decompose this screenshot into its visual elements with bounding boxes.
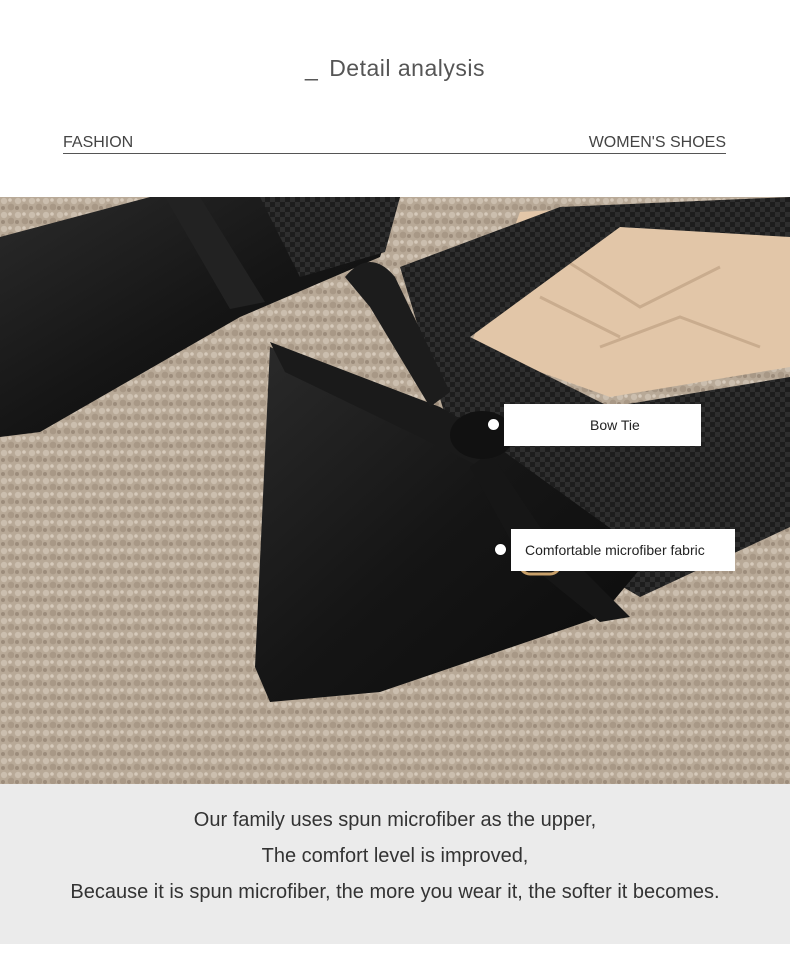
callout-bow-tie-dot	[488, 419, 499, 430]
shoe-illustration	[0, 197, 790, 784]
tagline-bar: FASHION WOMEN'S SHOES	[63, 132, 726, 154]
callout-microfiber-label: Comfortable microfiber fabric	[525, 542, 705, 558]
callout-bow-tie: Bow Tie	[504, 404, 701, 446]
title-text: Detail analysis	[329, 55, 485, 81]
page-title: _ Detail analysis	[0, 55, 790, 82]
product-photo: Bow Tie Comfortable microfiber fabric	[0, 197, 790, 784]
callout-microfiber-dot	[495, 544, 506, 555]
callout-microfiber: Comfortable microfiber fabric	[511, 529, 735, 571]
caption-line-3: Because it is spun microfiber, the more …	[70, 881, 720, 903]
caption-line-1: Our family uses spun microfiber as the u…	[193, 809, 597, 831]
callout-bow-tie-label: Bow Tie	[590, 417, 640, 433]
tag-womens-shoes: WOMEN'S SHOES	[588, 134, 726, 151]
tag-fashion: FASHION	[63, 134, 134, 151]
caption-line-2: The comfort level is improved,	[261, 845, 529, 867]
header: _ Detail analysis FASHION WOMEN'S SHOES	[0, 0, 790, 197]
title-dash: _	[305, 55, 319, 81]
caption-panel: Our family uses spun microfiber as the u…	[0, 784, 790, 944]
